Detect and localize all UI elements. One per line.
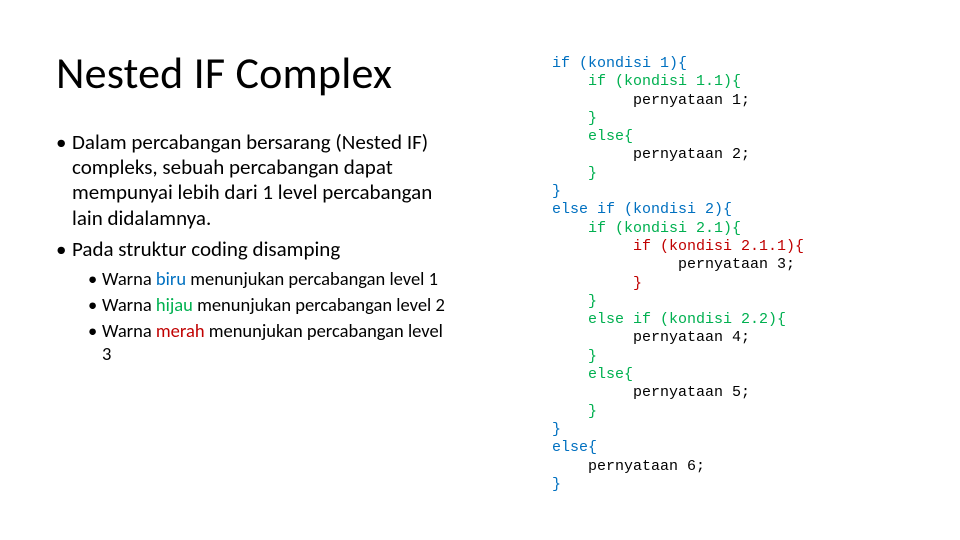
text-fragment: Warna: [102, 293, 156, 316]
code-line: pernyataan 6;: [552, 458, 705, 475]
code-line: }: [552, 476, 561, 493]
bullet-dot-icon: •: [88, 268, 97, 290]
code-line: pernyataan 5;: [552, 384, 750, 401]
color-word-blue: biru: [156, 267, 186, 290]
code-line: pernyataan 3;: [552, 256, 795, 273]
bullet-dot-icon: •: [56, 237, 66, 262]
bullet-dot-icon: •: [56, 130, 66, 155]
bullet-level1: • Dalam percabangan bersarang (Nested IF…: [56, 130, 456, 231]
code-line: else{: [552, 128, 633, 145]
bullet-level2: • Warna biru menunjukan percabangan leve…: [88, 268, 456, 290]
bullet-level2: • Warna merah menunjukan percabangan lev…: [88, 320, 456, 364]
code-line: else{: [552, 366, 633, 383]
code-line: if (kondisi 1){: [552, 55, 687, 72]
code-line: pernyataan 4;: [552, 329, 750, 346]
code-line: }: [552, 403, 597, 420]
code-line: if (kondisi 2.1.1){: [552, 238, 804, 255]
text-fragment: Warna: [102, 319, 156, 342]
code-line: }: [552, 421, 561, 438]
text-fragment: menunjukan percabangan level 1: [186, 267, 438, 290]
code-line: }: [552, 348, 597, 365]
text-fragment: menunjukan percabangan level 2: [193, 293, 445, 316]
bullet-dot-icon: •: [88, 320, 97, 342]
slide: Nested IF Complex • Dalam percabangan be…: [0, 0, 960, 540]
code-line: }: [552, 165, 597, 182]
bullet-text: Pada struktur coding disamping: [72, 236, 340, 262]
code-line: if (kondisi 2.1){: [552, 220, 741, 237]
slide-title: Nested IF Complex: [56, 46, 392, 100]
code-line: else{: [552, 439, 597, 456]
code-line: pernyataan 1;: [552, 92, 750, 109]
code-line: pernyataan 2;: [552, 146, 750, 163]
bullet-text: Dalam percabangan bersarang (Nested IF) …: [72, 129, 432, 231]
code-block: if (kondisi 1){ if (kondisi 1.1){ pernya…: [552, 55, 932, 494]
code-line: }: [552, 183, 561, 200]
code-line: if (kondisi 1.1){: [552, 73, 741, 90]
body-text: • Dalam percabangan bersarang (Nested IF…: [56, 130, 456, 369]
bullet-dot-icon: •: [88, 294, 97, 316]
code-line: }: [552, 110, 597, 127]
code-line: }: [552, 293, 597, 310]
bullet-level1: • Pada struktur coding disamping: [56, 237, 456, 262]
code-line: }: [552, 275, 642, 292]
color-word-green: hijau: [156, 293, 193, 316]
text-fragment: Warna: [102, 267, 156, 290]
sub-bullets: • Warna biru menunjukan percabangan leve…: [88, 268, 456, 365]
color-word-red: merah: [156, 319, 205, 342]
code-line: else if (kondisi 2.2){: [552, 311, 786, 328]
bullet-level2: • Warna hijau menunjukan percabangan lev…: [88, 294, 456, 316]
code-line: else if (kondisi 2){: [552, 201, 732, 218]
